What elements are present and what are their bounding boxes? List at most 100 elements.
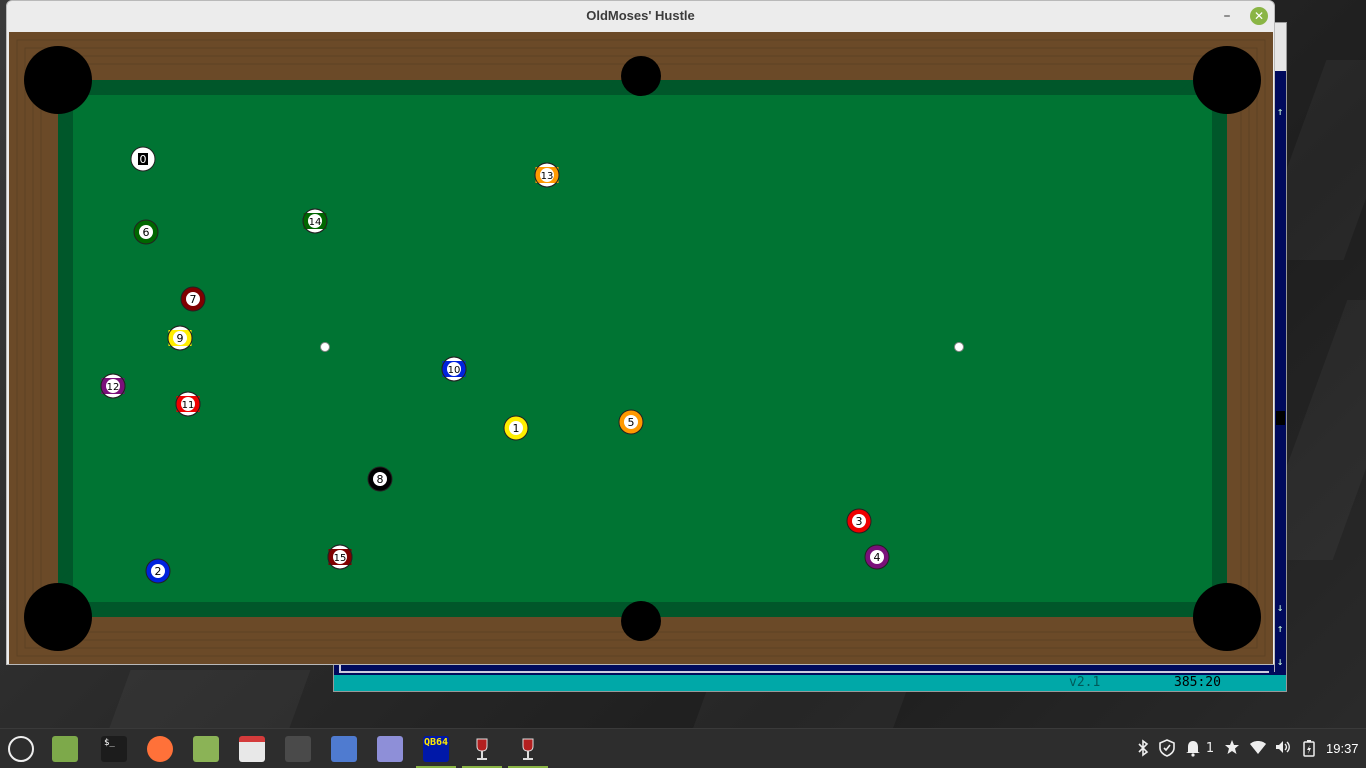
text-editor-icon — [377, 736, 403, 762]
ball-0[interactable]: 0 — [130, 146, 156, 172]
pocket — [1193, 46, 1261, 114]
pocket — [24, 583, 92, 651]
notification-bell-icon[interactable] — [1185, 739, 1201, 759]
ball-8[interactable]: 8 — [367, 466, 393, 492]
ide-output-scrollbar[interactable]: ↑ ↓ — [1274, 620, 1286, 672]
ball-number: 6 — [143, 226, 150, 239]
taskbar-text-editor-button[interactable] — [373, 732, 407, 766]
ide-vertical-scrollbar[interactable]: ↑ ↓ — [1274, 78, 1286, 638]
ball-9[interactable]: 9 — [167, 325, 193, 351]
calendar-icon — [239, 736, 265, 762]
firefox-icon — [147, 736, 173, 762]
ball-6[interactable]: 6 — [133, 219, 159, 245]
ide-cursor-position: 385:20 — [1174, 675, 1221, 690]
ball-number: 2 — [155, 565, 162, 578]
window-title: OldMoses' Hustle — [586, 8, 695, 23]
window-titlebar[interactable]: OldMoses' Hustle – ✕ — [7, 1, 1274, 31]
cushion-rail — [665, 80, 1192, 95]
ball-number: 8 — [377, 473, 384, 486]
ball-4[interactable]: 4 — [864, 544, 890, 570]
ide-version: v2.1 — [1069, 675, 1101, 690]
ide-status-bar: v2.1 385:20 — [334, 675, 1286, 691]
volume-icon[interactable] — [1275, 739, 1291, 759]
ball-10[interactable]: 10 — [441, 356, 467, 382]
scroll-down-arrow-icon[interactable]: ↓ — [1275, 656, 1285, 667]
taskbar-calculator-button[interactable] — [281, 732, 315, 766]
table-spot — [320, 342, 330, 352]
ball-5[interactable]: 5 — [618, 409, 644, 435]
game-canvas[interactable]: 0 1 2 3 4 5 6 7 8 9 10 11 12 13 14 15 — [9, 32, 1273, 664]
wifi-icon[interactable] — [1249, 739, 1267, 759]
scroll-up-arrow-icon[interactable]: ↑ — [1275, 623, 1285, 634]
files-icon — [52, 736, 78, 762]
shield-icon[interactable] — [1158, 739, 1176, 759]
pocket — [621, 601, 661, 641]
battery-icon[interactable] — [1302, 739, 1316, 759]
menu-icon — [8, 736, 34, 762]
taskbar-terminal-button[interactable]: $_ — [97, 732, 131, 766]
wine-2-icon — [515, 736, 541, 762]
taskbar-calendar-button[interactable] — [235, 732, 269, 766]
ball-number: 12 — [107, 382, 120, 393]
ball-3[interactable]: 3 — [846, 508, 872, 534]
cushion-rail — [93, 602, 615, 617]
screenshot-icon — [331, 736, 357, 762]
taskbar-qb64-button[interactable]: QB64 — [416, 732, 456, 768]
table-spot — [954, 342, 964, 352]
ball-number: 11 — [182, 400, 195, 411]
ball-14[interactable]: 14 — [302, 208, 328, 234]
ball-number: 10 — [448, 365, 461, 376]
taskbar-files-button[interactable] — [48, 732, 82, 766]
ball-number: 9 — [177, 332, 184, 345]
taskbar-firefox-button[interactable] — [143, 732, 177, 766]
cushion-rail — [1212, 115, 1227, 582]
wine-1-icon — [469, 736, 495, 762]
ball-number: 15 — [334, 553, 347, 564]
pocket — [1193, 583, 1261, 651]
taskbar-wine-1-button[interactable] — [462, 732, 502, 768]
taskbar: $_ QB64 1 19:37 — [0, 728, 1366, 768]
qb64-icon: QB64 — [423, 736, 449, 762]
ball-number: 5 — [628, 416, 635, 429]
ball-number: 1 — [513, 422, 520, 435]
close-button[interactable]: ✕ — [1250, 7, 1268, 25]
clock[interactable]: 19:37 — [1326, 739, 1359, 759]
taskbar-screenshot-button[interactable] — [327, 732, 361, 766]
ball-1[interactable]: 1 — [503, 415, 529, 441]
pool-table[interactable]: 0123456789101112131415 — [9, 32, 1273, 664]
scroll-thumb[interactable] — [1276, 411, 1285, 425]
taskbar-menu-button[interactable] — [4, 732, 38, 766]
scroll-down-arrow-icon[interactable]: ↓ — [1275, 602, 1285, 613]
ball-12[interactable]: 12 — [100, 373, 126, 399]
pocket — [621, 56, 661, 96]
cushion-rail — [93, 80, 615, 95]
ball-number: 13 — [541, 171, 554, 182]
notification-count: 1 — [1205, 741, 1215, 756]
desktop-tile — [109, 670, 311, 728]
cushion-rail — [665, 602, 1192, 617]
terminal-icon: $_ — [101, 736, 127, 762]
desktop-tile — [693, 690, 907, 728]
folder-icon — [193, 736, 219, 762]
minimize-button[interactable]: – — [1219, 7, 1235, 25]
calculator-icon — [285, 736, 311, 762]
ball-number: 3 — [856, 515, 863, 528]
ball-number: 0 — [140, 153, 147, 166]
game-window[interactable]: OldMoses' Hustle – ✕ 0 1 2 3 4 5 6 7 8 9 10 11 12 13 1… — [6, 0, 1275, 665]
ball-number: 14 — [309, 217, 322, 228]
ball-number: 4 — [874, 551, 881, 564]
ball-2[interactable]: 2 — [145, 558, 171, 584]
ball-7[interactable]: 7 — [180, 286, 206, 312]
ball-13[interactable]: 13 — [534, 162, 560, 188]
pocket — [24, 46, 92, 114]
bluetooth-icon[interactable] — [1136, 739, 1150, 759]
ball-11[interactable]: 11 — [175, 391, 201, 417]
taskbar-folder-button[interactable] — [189, 732, 223, 766]
felt-surface — [73, 95, 1212, 602]
ball-15[interactable]: 15 — [327, 544, 353, 570]
ball-number: 7 — [190, 293, 197, 306]
taskbar-wine-2-button[interactable] — [508, 732, 548, 768]
scroll-up-arrow-icon[interactable]: ↑ — [1275, 106, 1285, 117]
star-icon[interactable] — [1224, 739, 1240, 759]
table-felt — [58, 80, 1227, 617]
